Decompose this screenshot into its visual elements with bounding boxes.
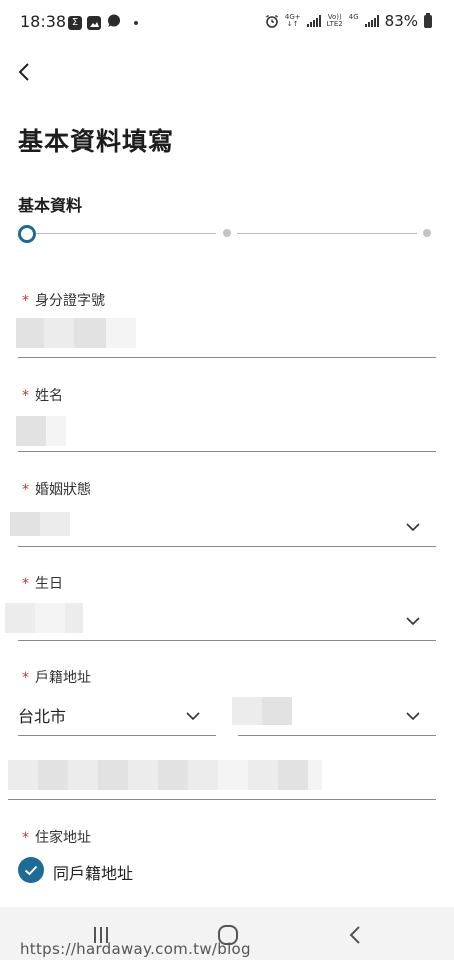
- birthday-label: * 生日: [22, 576, 63, 592]
- step-2: [223, 229, 231, 237]
- same-address-label[interactable]: 同戶籍地址: [53, 860, 133, 884]
- home-address-label: * 住家地址: [22, 830, 91, 846]
- same-address-checkbox[interactable]: [18, 857, 44, 883]
- chevron-down-icon: [406, 522, 420, 531]
- volte-indicator: Vo)) LTE2: [326, 13, 343, 28]
- birthday-chevron[interactable]: [402, 610, 424, 632]
- city-underline: [18, 735, 216, 736]
- network-4g: 4G: [348, 13, 359, 21]
- marital-status-label: * 婚姻狀態: [22, 482, 91, 498]
- check-icon: [24, 865, 38, 875]
- city-value: 台北市: [18, 707, 67, 726]
- id-number-underline: [18, 357, 436, 358]
- watermark-text: https://hardaway.com.tw/blog: [20, 940, 251, 958]
- district-chevron[interactable]: [402, 705, 424, 727]
- step-title: 基本資料: [18, 196, 83, 215]
- marital-status-chevron[interactable]: [402, 516, 424, 538]
- status-notification-icons: Σ: [68, 13, 138, 32]
- id-number-label: * 身分證字號: [22, 293, 105, 309]
- chevron-down-icon: [186, 711, 200, 720]
- name-underline: [18, 451, 436, 452]
- sigma-icon: Σ: [68, 15, 82, 30]
- back-button[interactable]: [10, 58, 38, 86]
- chevron-down-icon: [406, 616, 420, 625]
- city-chevron[interactable]: [182, 705, 204, 727]
- signal-icon-2: [364, 15, 379, 27]
- birthday-underline: [18, 640, 436, 641]
- status-time: 18:38: [20, 12, 67, 31]
- street-address-underline: [8, 799, 436, 800]
- alarm-icon: [265, 14, 278, 28]
- name-input[interactable]: [16, 416, 66, 446]
- step-1-active: [18, 225, 36, 243]
- marital-status-underline: [18, 546, 436, 547]
- image-icon: [87, 15, 101, 30]
- battery-percent: 83%: [384, 12, 418, 30]
- step-connector-2: [237, 233, 417, 234]
- signal-icon: [306, 15, 321, 27]
- back-arrow-icon: [349, 926, 360, 944]
- battery-icon: [424, 12, 432, 28]
- page-title: 基本資料填寫: [18, 127, 175, 156]
- marital-status-select[interactable]: [10, 512, 436, 542]
- district-underline: [238, 735, 436, 736]
- chat-icon: [106, 13, 121, 32]
- network-4g-plus: 4G+ ↓↑: [284, 13, 301, 28]
- id-number-input[interactable]: [16, 318, 136, 348]
- name-label: * 姓名: [22, 388, 63, 404]
- step-connector-1: [36, 233, 216, 234]
- chevron-left-icon: [18, 63, 29, 81]
- street-address-input[interactable]: [8, 760, 436, 792]
- status-right: 4G+ ↓↑ Vo)) LTE2 4G 83%: [265, 12, 432, 30]
- chevron-down-icon: [406, 711, 420, 720]
- system-back-button[interactable]: [344, 923, 366, 947]
- registered-address-label: * 戶籍地址: [22, 670, 91, 686]
- more-notifications-dot: [134, 20, 138, 25]
- step-3: [423, 229, 431, 237]
- birthday-select[interactable]: [5, 603, 436, 633]
